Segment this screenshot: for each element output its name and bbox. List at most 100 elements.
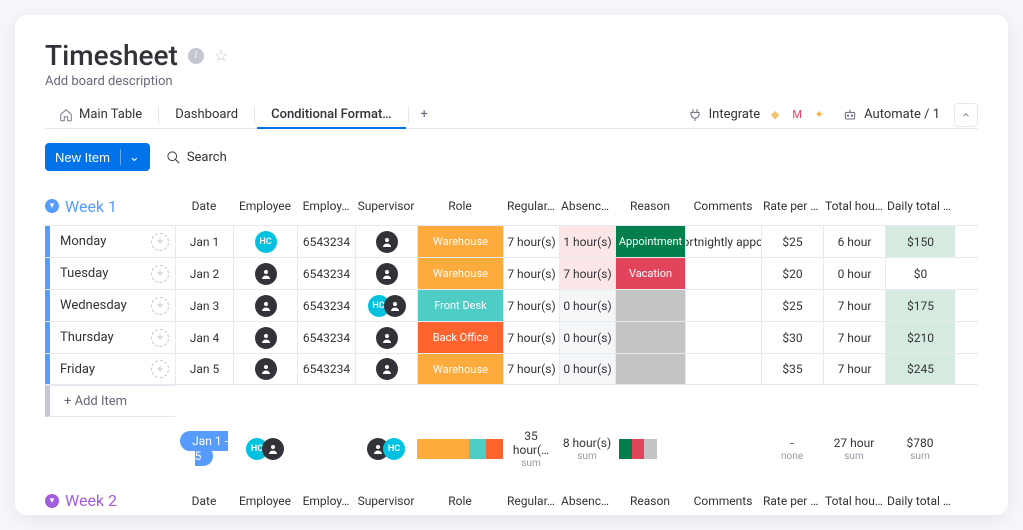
cell-regular[interactable]: 7 hour(s): [503, 226, 559, 257]
cell-total-hours[interactable]: 7 hour: [823, 354, 885, 384]
cell-pay[interactable]: $150: [885, 226, 955, 257]
cell-date[interactable]: Jan 1: [175, 226, 233, 257]
cell-date[interactable]: Jan 3: [175, 290, 233, 321]
row-name-cell[interactable]: Tuesday +: [45, 258, 175, 289]
cell-supervisor[interactable]: [355, 258, 417, 289]
col-supervisor[interactable]: Supervisor: [355, 488, 417, 514]
cell-employee-id[interactable]: 6543234: [297, 226, 355, 257]
cell-reason[interactable]: [615, 290, 685, 321]
collapse-button[interactable]: [954, 103, 978, 127]
col-total-hours[interactable]: Total hour…: [823, 193, 885, 219]
group-title[interactable]: Week 2: [65, 491, 117, 510]
cell-regular[interactable]: 7 hour(s): [503, 322, 559, 353]
col-rate[interactable]: Rate per hour: [761, 488, 823, 514]
col-reason[interactable]: Reason: [615, 488, 685, 514]
avatar-generic[interactable]: [255, 358, 277, 380]
cell-employee[interactable]: [233, 322, 297, 353]
col-absences[interactable]: Absences: [559, 488, 615, 514]
add-update-icon[interactable]: +: [151, 233, 169, 251]
tab-main-table[interactable]: Main Table: [45, 101, 156, 128]
row-name[interactable]: Wednesday: [60, 298, 145, 313]
col-date[interactable]: Date: [175, 193, 233, 219]
cell-regular[interactable]: 7 hour(s): [503, 290, 559, 321]
avatar-generic[interactable]: [255, 327, 277, 349]
col-employee-id[interactable]: Employ…: [297, 193, 355, 219]
avatar-hc[interactable]: HC: [255, 231, 277, 253]
row-name[interactable]: Friday: [60, 362, 145, 377]
board-description[interactable]: Add board description: [45, 74, 978, 89]
cell-employee[interactable]: [233, 354, 297, 384]
cell-regular[interactable]: 7 hour(s): [503, 258, 559, 289]
col-daily-pay[interactable]: Daily total pay: [885, 193, 955, 219]
cell-rate[interactable]: $20: [761, 258, 823, 289]
col-employee[interactable]: Employee: [233, 488, 297, 514]
chevron-down-icon[interactable]: ⌄: [120, 149, 140, 165]
col-rate[interactable]: Rate per hour: [761, 193, 823, 219]
search-button[interactable]: Search: [166, 150, 227, 165]
col-reason[interactable]: Reason: [615, 193, 685, 219]
cell-employee[interactable]: HC: [233, 226, 297, 257]
cell-comments[interactable]: [685, 354, 761, 384]
cell-role[interactable]: Warehouse: [417, 354, 503, 384]
cell-absences[interactable]: 0 hour(s): [559, 290, 615, 321]
group-title-wrap[interactable]: ▾ Week 2: [45, 491, 175, 510]
cell-supervisor[interactable]: [355, 226, 417, 257]
tab-add[interactable]: +: [411, 101, 438, 128]
col-date[interactable]: Date: [175, 488, 233, 514]
cell-total-hours[interactable]: 7 hour: [823, 290, 885, 321]
cell-employee[interactable]: [233, 258, 297, 289]
cell-pay[interactable]: $0: [885, 258, 955, 289]
col-role[interactable]: Role: [417, 193, 503, 219]
cell-rate[interactable]: $35: [761, 354, 823, 384]
integrate-button[interactable]: Integrate ◆ M ✦: [687, 106, 829, 124]
cell-absences[interactable]: 0 hour(s): [559, 354, 615, 384]
cell-employee-id[interactable]: 6543234: [297, 322, 355, 353]
row-name[interactable]: Thursday: [60, 330, 145, 345]
avatar-generic[interactable]: [376, 231, 398, 253]
cell-date[interactable]: Jan 2: [175, 258, 233, 289]
avatar-generic[interactable]: [376, 263, 398, 285]
cell-role[interactable]: Warehouse: [417, 226, 503, 257]
avatar-generic[interactable]: [376, 327, 398, 349]
avatar-generic[interactable]: [255, 263, 277, 285]
col-comments[interactable]: Comments: [685, 193, 761, 219]
col-employee-id[interactable]: Employ…: [297, 488, 355, 514]
col-comments[interactable]: Comments: [685, 488, 761, 514]
row-name-cell[interactable]: Monday +: [45, 226, 175, 257]
row-name[interactable]: Tuesday: [60, 266, 145, 281]
add-update-icon[interactable]: +: [151, 360, 169, 378]
cell-employee-id[interactable]: 6543234: [297, 354, 355, 384]
cell-role[interactable]: Back Office: [417, 322, 503, 353]
cell-supervisor[interactable]: [355, 354, 417, 384]
col-supervisor[interactable]: Supervisor: [355, 193, 417, 219]
add-update-icon[interactable]: +: [151, 297, 169, 315]
row-name-cell[interactable]: Thursday +: [45, 322, 175, 353]
star-icon[interactable]: ☆: [214, 46, 228, 65]
cell-comments[interactable]: [685, 290, 761, 321]
avatar-generic[interactable]: [376, 358, 398, 380]
board-title[interactable]: Timesheet: [45, 39, 178, 72]
new-item-button[interactable]: New Item ⌄: [45, 143, 150, 171]
cell-supervisor[interactable]: HC: [355, 290, 417, 321]
cell-pay[interactable]: $210: [885, 322, 955, 353]
cell-rate[interactable]: $25: [761, 290, 823, 321]
cell-date[interactable]: Jan 4: [175, 322, 233, 353]
cell-reason[interactable]: [615, 354, 685, 384]
avatar-generic[interactable]: [255, 295, 277, 317]
col-regular[interactable]: Regular…: [503, 488, 559, 514]
cell-comments[interactable]: [685, 258, 761, 289]
col-daily-pay[interactable]: Daily total pay: [885, 488, 955, 514]
cell-comments[interactable]: Fortnightly appo…: [685, 226, 761, 257]
row-name-cell[interactable]: Friday +: [45, 354, 175, 384]
tab-conditional-formatting[interactable]: Conditional Format…: [257, 101, 405, 128]
col-employee[interactable]: Employee: [233, 193, 297, 219]
group-title-wrap[interactable]: ▾ Week 1: [45, 197, 175, 216]
cell-employee[interactable]: [233, 290, 297, 321]
cell-total-hours[interactable]: 0 hour: [823, 258, 885, 289]
cell-absences[interactable]: 0 hour(s): [559, 322, 615, 353]
row-name[interactable]: Monday: [60, 234, 145, 249]
automate-button[interactable]: Automate / 1: [842, 107, 940, 123]
cell-comments[interactable]: [685, 322, 761, 353]
cell-absences[interactable]: 7 hour(s): [559, 258, 615, 289]
group-title[interactable]: Week 1: [65, 197, 117, 216]
